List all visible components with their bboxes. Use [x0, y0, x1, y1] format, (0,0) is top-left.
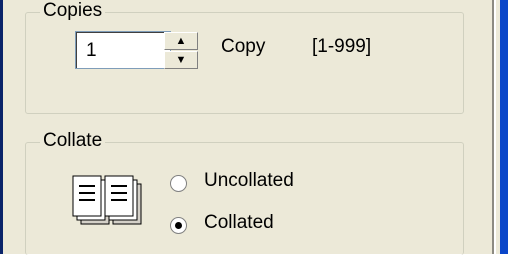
copy-unit-label: Copy — [221, 36, 266, 57]
separator-highlight — [494, 0, 496, 254]
radio-uncollated[interactable] — [170, 175, 187, 192]
copies-group: Copies 1 ▲ ▼ Copy [1-999] — [25, 0, 464, 114]
copies-range-label: [1-999] — [312, 36, 372, 57]
radio-collated[interactable] — [170, 217, 187, 234]
up-arrow-icon: ▲ — [175, 35, 187, 47]
collate-group: Collate Uncollated Collated — [25, 130, 464, 255]
radio-selected-dot — [175, 222, 182, 229]
window-frame-right — [500, 0, 508, 254]
collated-label[interactable]: Collated — [204, 212, 274, 234]
copies-spin-down-button[interactable]: ▼ — [164, 51, 198, 69]
uncollated-label[interactable]: Uncollated — [204, 170, 294, 192]
copies-spin-up-button[interactable]: ▲ — [164, 32, 198, 50]
copies-group-title: Copies — [40, 0, 106, 22]
right-edge-panel — [480, 0, 500, 254]
dialog-panel: Copies 1 ▲ ▼ Copy [1-999] Collate Uncoll… — [3, 0, 480, 255]
collated-pages-icon — [72, 175, 142, 225]
collate-group-title: Collate — [40, 130, 106, 152]
copies-input[interactable]: 1 — [75, 31, 171, 69]
down-arrow-icon: ▼ — [175, 54, 187, 66]
